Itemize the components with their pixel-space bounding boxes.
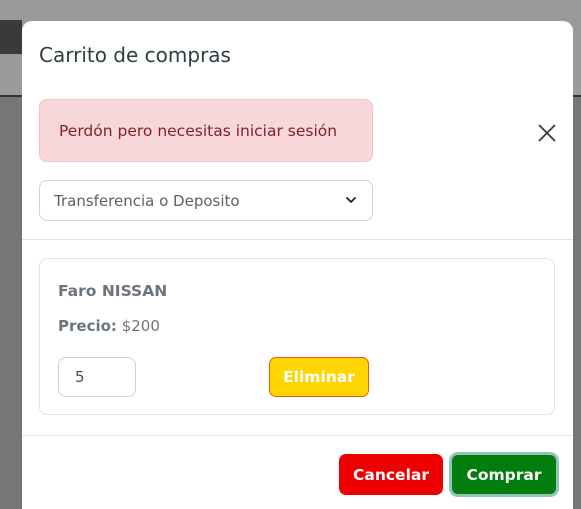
modal-header: Carrito de compras Perdón pero necesitas… <box>22 21 573 239</box>
product-name: Faro NISSAN <box>58 282 168 300</box>
price-label: Precio: <box>58 317 117 335</box>
cancel-button[interactable]: Cancelar <box>339 454 443 495</box>
close-icon <box>538 124 556 142</box>
alert-text: Perdón pero necesitas iniciar sesión <box>59 121 338 140</box>
cart-modal: Carrito de compras Perdón pero necesitas… <box>22 21 573 509</box>
modal-title: Carrito de compras <box>39 43 231 67</box>
login-required-alert: Perdón pero necesitas iniciar sesión <box>39 99 373 162</box>
background-fragment <box>0 20 22 54</box>
delete-item-button[interactable]: Eliminar <box>269 357 369 397</box>
buy-button[interactable]: Comprar <box>449 452 559 497</box>
header-divider <box>22 239 573 240</box>
product-price: Precio: $200 <box>58 317 160 335</box>
footer-divider <box>22 435 573 436</box>
cart-item-card: Faro NISSAN Precio: $200 Eliminar <box>39 258 555 415</box>
close-button[interactable] <box>534 120 560 146</box>
payment-method-select[interactable]: Transferencia o Deposito <box>39 180 373 221</box>
quantity-input[interactable] <box>58 357 136 397</box>
price-value: $200 <box>121 317 160 335</box>
chevron-down-icon <box>346 197 356 203</box>
payment-method-value: Transferencia o Deposito <box>54 191 240 210</box>
